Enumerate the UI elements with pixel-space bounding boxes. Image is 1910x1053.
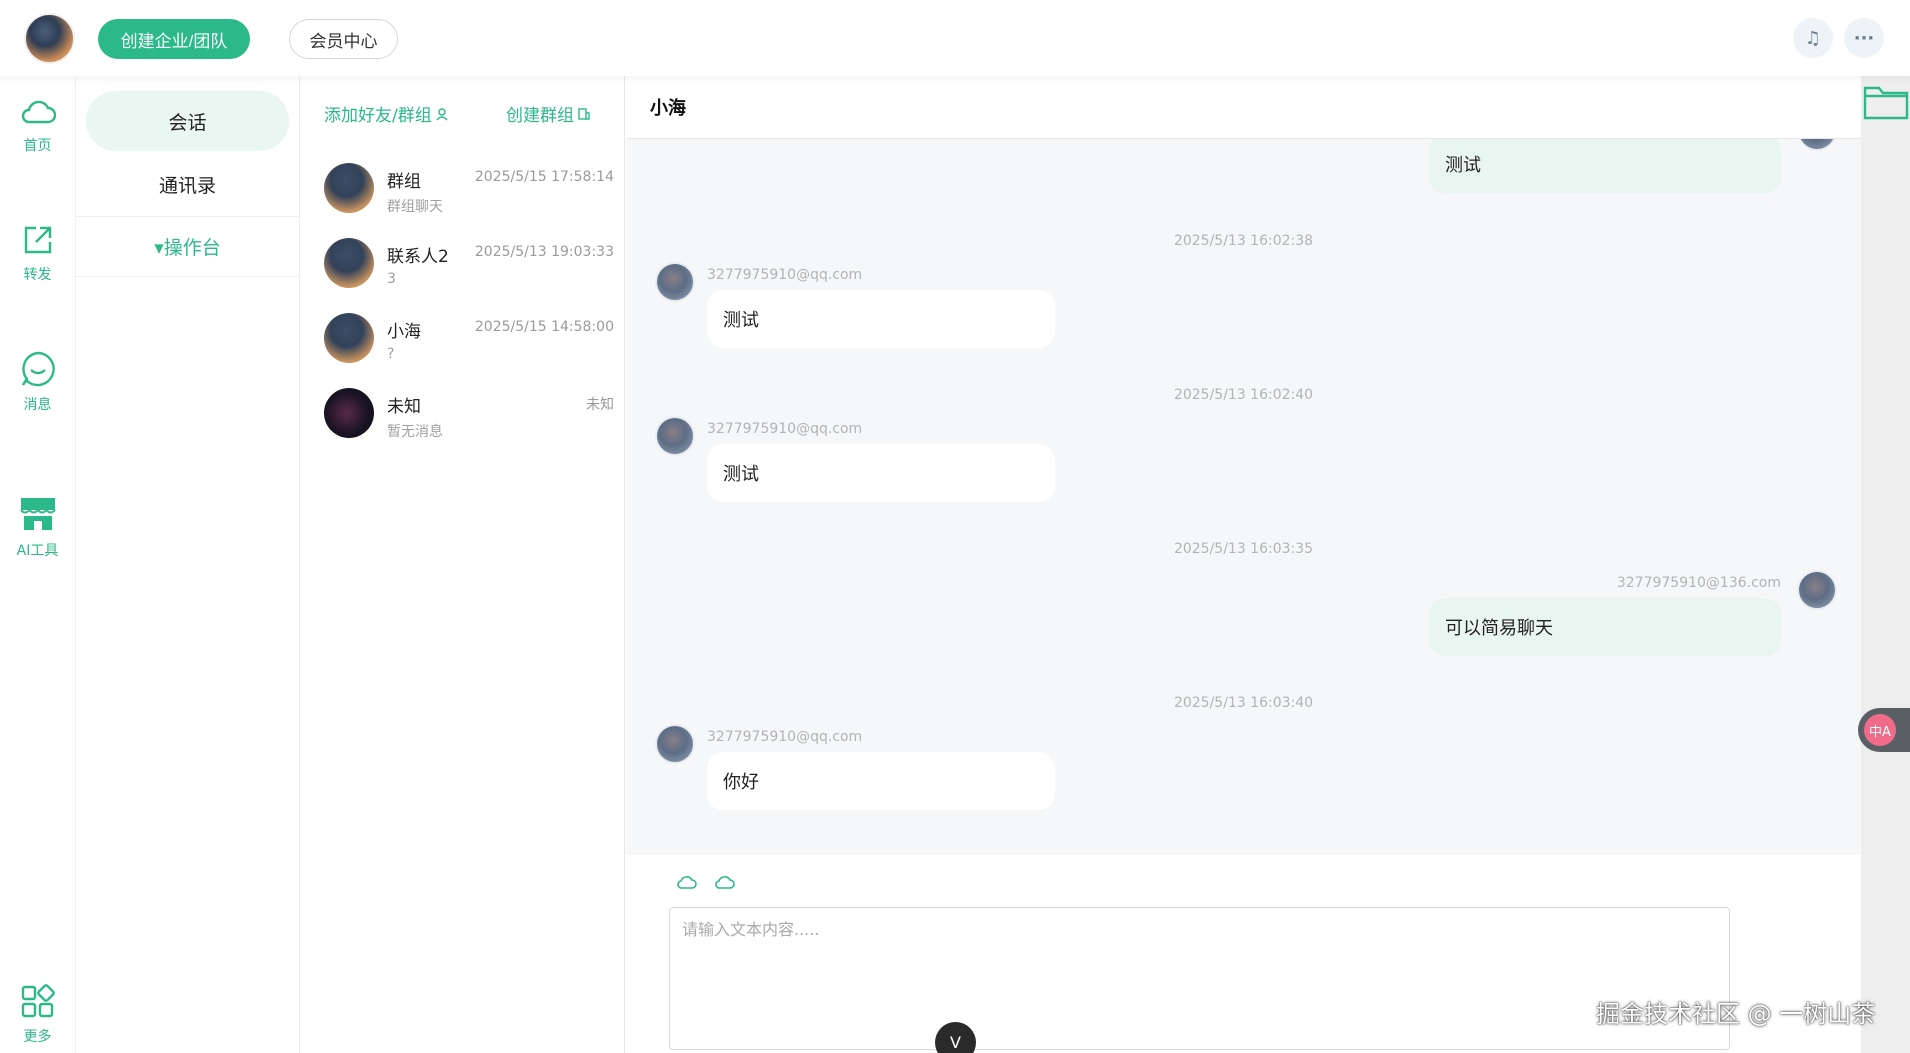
conversation-preview: 3	[387, 271, 396, 287]
store-icon	[19, 498, 56, 530]
tab-console[interactable]: ▾操作台	[86, 216, 289, 276]
conversation-time: 2025/5/13 19:03:33	[474, 244, 614, 260]
create-group-button[interactable]: 创建群组	[506, 101, 591, 126]
add-friend-group-button[interactable]: 添加好友/群组	[324, 101, 449, 126]
tab-conversations[interactable]: 会话	[86, 91, 289, 151]
create-team-button[interactable]: 创建企业/团队	[98, 19, 250, 59]
conversation-name: 小海	[387, 322, 421, 342]
conversation-name: 未知	[387, 397, 421, 417]
message-bubble-outgoing: 可以简易聊天	[1429, 598, 1781, 656]
rail-item-home[interactable]: 首页	[0, 93, 75, 155]
conversation-preview: ?	[387, 346, 395, 362]
rail-item-forward[interactable]: 转发	[0, 222, 75, 284]
audio-icon[interactable]: ♫	[1793, 18, 1833, 58]
cloud-icon	[21, 100, 56, 124]
left-rail: 首页 转发 消息 AI工具 更多	[0, 76, 75, 1053]
conversation-time: 未知	[586, 397, 614, 413]
group-icon	[578, 107, 590, 120]
translate-float-button[interactable]: 中A	[1858, 708, 1910, 752]
conversation-item[interactable]: 群组 2025/5/15 17:58:14 群组聊天	[324, 163, 614, 223]
emoji-icon[interactable]	[677, 875, 697, 891]
conversation-time: 2025/5/15 14:58:00	[474, 319, 614, 335]
message-sender: 3277975910@136.com	[1616, 575, 1781, 591]
message-bubble-incoming: 你好	[707, 752, 1055, 810]
message-bubble-incoming: 测试	[707, 290, 1055, 348]
avatar	[655, 416, 695, 456]
conversation-time: 2025/5/15 17:58:14	[474, 169, 614, 185]
conversation-name: 群组	[387, 172, 421, 192]
avatar	[324, 163, 374, 213]
top-bar: 创建企业/团队 会员中心 ♫ ···	[0, 0, 1910, 76]
conversation-item[interactable]: 联系人2 2025/5/13 19:03:33 3	[324, 238, 614, 298]
divider	[76, 276, 300, 277]
translate-icon: 中A	[1864, 714, 1896, 746]
user-avatar[interactable]	[24, 13, 75, 64]
message-icon	[21, 351, 55, 387]
add-friend-label: 添加好友/群组	[324, 106, 432, 126]
message-bubble-incoming: 测试	[707, 444, 1055, 502]
more-icon[interactable]: ···	[1844, 18, 1884, 58]
folder-icon[interactable]	[1863, 82, 1909, 122]
conversation-item[interactable]: 小海 2025/5/15 14:58:00 ?	[324, 313, 614, 373]
avatar	[324, 388, 374, 438]
message-sender: 3277975910@qq.com	[707, 421, 863, 437]
rail-item-message[interactable]: 消息	[0, 350, 75, 414]
create-group-label: 创建群组	[506, 106, 574, 126]
conversation-name: 联系人2	[387, 247, 449, 267]
message-list[interactable]: 测试 2025/5/13 16:02:38 3277975910@qq.com …	[626, 139, 1861, 855]
rail-label: 消息	[23, 397, 52, 413]
rail-item-ai-tools[interactable]: AI工具	[0, 494, 75, 560]
rail-label: 首页	[23, 138, 52, 154]
share-icon	[24, 226, 51, 254]
tab-contacts[interactable]: 通讯录	[86, 154, 289, 214]
secondary-nav: 会话 通讯录 ▾操作台	[75, 76, 300, 1053]
right-side-strip	[1861, 76, 1910, 1053]
conversation-item[interactable]: 未知 未知 暂无消息	[324, 388, 614, 448]
message-sender: 3277975910@qq.com	[707, 267, 863, 283]
conversation-preview: 暂无消息	[387, 424, 443, 440]
conversation-preview: 群组聊天	[387, 199, 443, 215]
user-icon	[436, 107, 448, 120]
chat-title: 小海	[626, 76, 1861, 139]
avatar	[1797, 570, 1837, 610]
avatar	[1797, 139, 1837, 151]
message-bubble-outgoing: 测试	[1429, 139, 1781, 193]
message-timestamp: 2025/5/13 16:02:40	[1173, 387, 1314, 403]
file-icon[interactable]	[715, 875, 735, 891]
avatar	[324, 313, 374, 363]
rail-label: AI工具	[16, 543, 59, 559]
message-timestamp: 2025/5/13 16:02:38	[1173, 233, 1314, 249]
rail-label: 转发	[23, 267, 52, 283]
avatar	[324, 238, 374, 288]
message-sender: 3277975910@qq.com	[707, 729, 863, 745]
message-input[interactable]	[669, 907, 1730, 1050]
message-timestamp: 2025/5/13 16:03:35	[1173, 541, 1314, 557]
conversation-list: 添加好友/群组 创建群组 群组 2025/5/15 17:58:14 群组聊天 …	[300, 76, 625, 1053]
rail-item-more[interactable]: 更多	[0, 984, 75, 1046]
member-center-button[interactable]: 会员中心	[289, 19, 398, 59]
avatar	[655, 724, 695, 764]
rail-label: 更多	[23, 1029, 52, 1045]
grid-icon	[21, 984, 55, 1018]
avatar	[655, 262, 695, 302]
app-root: 创建企业/团队 会员中心 ♫ ··· 首页 转发 消息 AI工具 更多 会话 通…	[0, 0, 1910, 1053]
message-timestamp: 2025/5/13 16:03:40	[1173, 695, 1314, 711]
watermark: 掘金技术社区 @ 一树山茶	[1596, 1000, 1876, 1028]
